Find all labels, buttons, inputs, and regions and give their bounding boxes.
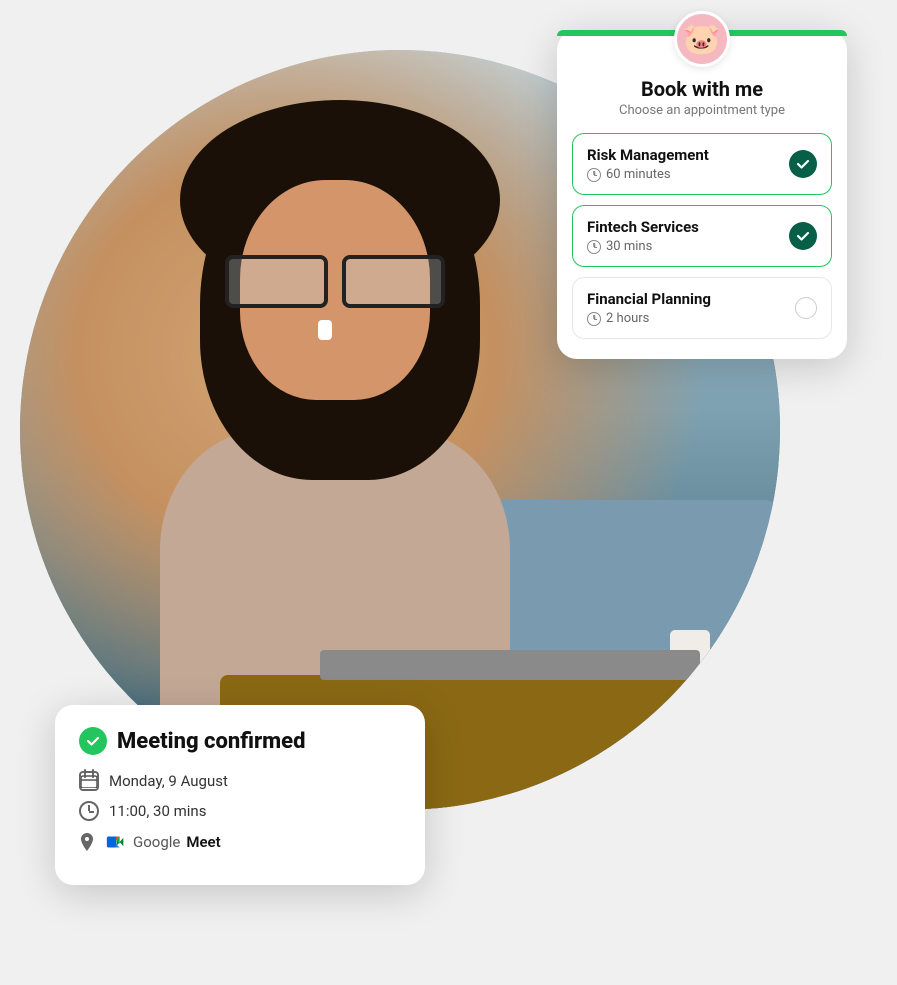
- scene: 🐷 Book with me Choose an appointment typ…: [0, 0, 897, 985]
- appointment-item-risk-management[interactable]: Risk Management 60 minutes: [572, 133, 832, 195]
- appointment-name: Fintech Services: [587, 218, 699, 236]
- clock-icon: [587, 168, 601, 182]
- meeting-date-row: Monday, 9 August: [79, 771, 401, 791]
- booking-subtitle: Choose an appointment type: [557, 103, 847, 133]
- duration-text: 30 mins: [606, 239, 652, 254]
- appointment-item-fintech-services[interactable]: Fintech Services 30 mins: [572, 205, 832, 267]
- appointment-info: Financial Planning 2 hours: [587, 290, 711, 326]
- duration-text: 2 hours: [606, 311, 649, 326]
- appointment-duration: 2 hours: [587, 311, 711, 326]
- appointment-item-financial-planning[interactable]: Financial Planning 2 hours: [572, 277, 832, 339]
- clock-icon: [587, 312, 601, 326]
- meeting-date: Monday, 9 August: [109, 772, 228, 790]
- booking-title: Book with me: [557, 77, 847, 103]
- meeting-time-row: 11:00, 30 mins: [79, 801, 401, 821]
- piggy-icon: 🐷: [674, 11, 730, 67]
- avatar: 🐷: [557, 11, 847, 67]
- appointment-name: Financial Planning: [587, 290, 711, 308]
- location-icon: [79, 832, 95, 852]
- appointment-name: Risk Management: [587, 146, 709, 164]
- meeting-title: Meeting confirmed: [117, 729, 306, 754]
- google-meet-logo: Google Meet: [105, 831, 221, 853]
- meeting-title-row: Meeting confirmed: [79, 727, 401, 755]
- meeting-time: 11:00, 30 mins: [109, 802, 206, 820]
- duration-text: 60 minutes: [606, 167, 671, 182]
- unselected-radio: [795, 297, 817, 319]
- clock-icon: [79, 801, 99, 821]
- selected-check: [789, 222, 817, 250]
- appointment-duration: 60 minutes: [587, 167, 709, 182]
- selected-check: [789, 150, 817, 178]
- meeting-platform-row: Google Meet: [79, 831, 401, 853]
- google-text: Google: [133, 833, 180, 851]
- appointment-list: Risk Management 60 minutes Fintech Servi…: [557, 133, 847, 339]
- meet-text: Meet: [186, 833, 220, 851]
- booking-card: 🐷 Book with me Choose an appointment typ…: [557, 30, 847, 359]
- clock-icon: [587, 240, 601, 254]
- appointment-info: Risk Management 60 minutes: [587, 146, 709, 182]
- appointment-duration: 30 mins: [587, 239, 699, 254]
- calendar-icon: [79, 771, 99, 791]
- meeting-check-icon: [79, 727, 107, 755]
- meeting-card: Meeting confirmed Monday, 9 August 11:00…: [55, 705, 425, 885]
- appointment-info: Fintech Services 30 mins: [587, 218, 699, 254]
